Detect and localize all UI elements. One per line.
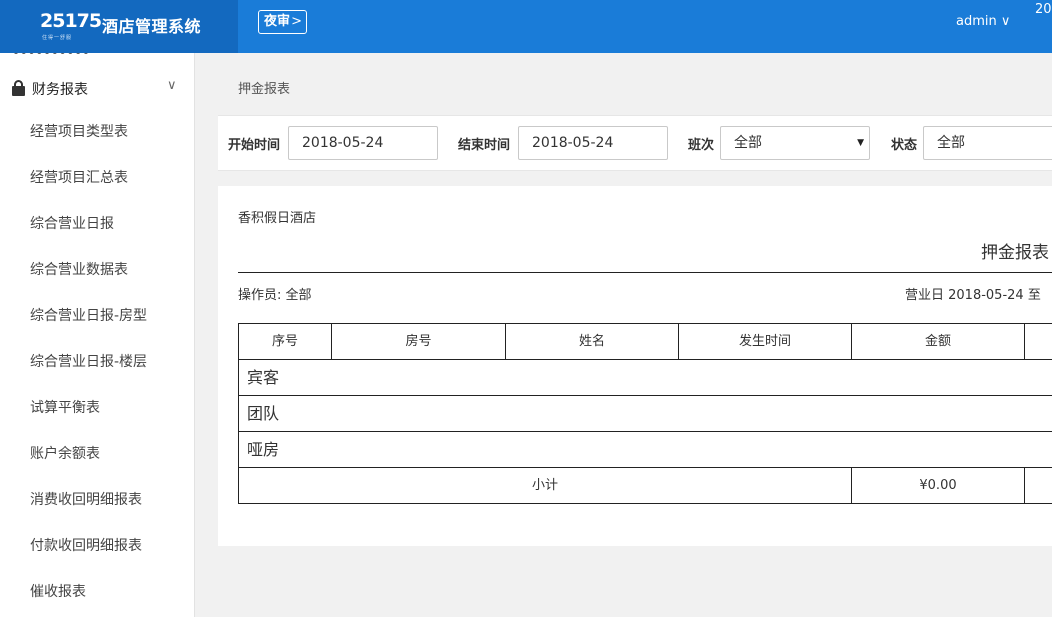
logo-subtext: 住得一舒服 xyxy=(42,35,73,41)
chevron-down-icon: ∨ xyxy=(167,78,177,93)
deposit-table: 序号 房号 姓名 发生时间 金额 宾客 团队 哑房 小计 ¥0.00 xyxy=(238,323,1052,504)
sidebar-item-collection-report[interactable]: 催收报表 xyxy=(0,583,194,617)
start-date-label: 开始时间 xyxy=(228,138,281,153)
report-panel: 香积假日酒店 押金报表 操作员: 全部 营业日 2018-05-24 至 序号 … xyxy=(218,186,1052,546)
app-name: 酒店管理系统 xyxy=(102,17,202,36)
shift-select-value: 全部 xyxy=(734,135,762,151)
logo-text: 25175 xyxy=(40,10,102,32)
night-audit-button[interactable]: 夜审 > xyxy=(258,10,307,34)
lock-icon xyxy=(12,80,25,96)
user-name: admin xyxy=(956,14,997,29)
report-title: 押金报表 xyxy=(981,243,1049,263)
night-audit-label: 夜审 xyxy=(264,14,291,29)
group-label-guest: 宾客 xyxy=(247,368,280,387)
chevron-down-icon: ∨ xyxy=(1000,14,1011,29)
status-select[interactable]: 全部 xyxy=(923,126,1052,160)
business-day-range: 营业日 2018-05-24 至 xyxy=(905,288,1041,303)
start-date-input[interactable]: 2018-05-24 xyxy=(288,126,438,160)
sidebar-item-account-balance[interactable]: 账户余额表 xyxy=(0,445,194,491)
table-row: 宾客 xyxy=(239,360,1052,396)
table-header-row: 序号 房号 姓名 发生时间 金额 xyxy=(239,324,1052,360)
title-divider xyxy=(238,272,1052,273)
logo[interactable]: 25175 住得一舒服 xyxy=(38,8,102,44)
table-row: 团队 xyxy=(239,396,1052,432)
sidebar-item-business-item-summary[interactable]: 经营项目汇总表 xyxy=(0,169,194,215)
column-header-name: 姓名 xyxy=(506,324,679,360)
filter-bar: 开始时间 2018-05-24 结束时间 2018-05-24 班次 全部 ▼ … xyxy=(218,115,1052,171)
user-menu[interactable]: admin ∨ xyxy=(956,14,1010,29)
shift-label: 班次 xyxy=(688,138,715,153)
sidebar-cut-off-item xyxy=(14,53,88,58)
sidebar-menu: 经营项目类型表 经营项目汇总表 综合营业日报 综合营业数据表 综合营业日报-房型… xyxy=(0,123,194,617)
operator-filter-text: 操作员: 全部 xyxy=(238,288,312,303)
end-date-input[interactable]: 2018-05-24 xyxy=(518,126,668,160)
subtotal-row: 小计 ¥0.00 xyxy=(239,468,1052,504)
column-header-time: 发生时间 xyxy=(679,324,852,360)
chevron-right-icon: > xyxy=(291,14,302,29)
breadcrumb: 押金报表 xyxy=(238,82,291,97)
sidebar-section-label: 财务报表 xyxy=(32,82,88,98)
hotel-name: 香积假日酒店 xyxy=(238,211,317,226)
sidebar-item-daily-report-floor[interactable]: 综合营业日报-楼层 xyxy=(0,353,194,399)
header-clock-fragment: 20 xyxy=(1035,2,1052,17)
sidebar-item-consumption-recovery[interactable]: 消费收回明细报表 xyxy=(0,491,194,537)
sidebar-item-trial-balance[interactable]: 试算平衡表 xyxy=(0,399,194,445)
shift-select[interactable]: 全部 ▼ xyxy=(720,126,870,160)
end-date-label: 结束时间 xyxy=(458,138,511,153)
sidebar-item-daily-report-room-type[interactable]: 综合营业日报-房型 xyxy=(0,307,194,353)
group-label-team: 团队 xyxy=(247,404,280,423)
group-label-dummy-room: 哑房 xyxy=(247,440,280,459)
brand-area: 25175 住得一舒服 酒店管理系统 xyxy=(0,0,238,53)
status-select-value: 全部 xyxy=(937,135,965,151)
sidebar: 财务报表 ∨ 经营项目类型表 经营项目汇总表 综合营业日报 综合营业数据表 综合… xyxy=(0,53,195,617)
sidebar-item-daily-report[interactable]: 综合营业日报 xyxy=(0,215,194,261)
subtotal-amount: ¥0.00 xyxy=(852,468,1025,504)
sidebar-item-business-item-type[interactable]: 经营项目类型表 xyxy=(0,123,194,169)
caret-down-icon: ▼ xyxy=(857,138,864,148)
sidebar-section-finance-reports[interactable]: 财务报表 ∨ xyxy=(0,77,194,99)
column-header-extra xyxy=(1025,324,1052,360)
table-row: 哑房 xyxy=(239,432,1052,468)
column-header-amount: 金额 xyxy=(852,324,1025,360)
column-header-seq: 序号 xyxy=(239,324,332,360)
status-label: 状态 xyxy=(891,138,918,153)
sidebar-item-payment-recovery[interactable]: 付款收回明细报表 xyxy=(0,537,194,583)
subtotal-label: 小计 xyxy=(239,468,852,504)
top-navbar: 25175 住得一舒服 酒店管理系统 夜审 > admin ∨ 20 xyxy=(0,0,1052,53)
sidebar-item-business-data[interactable]: 综合营业数据表 xyxy=(0,261,194,307)
subtotal-extra xyxy=(1025,468,1052,504)
column-header-room: 房号 xyxy=(332,324,506,360)
